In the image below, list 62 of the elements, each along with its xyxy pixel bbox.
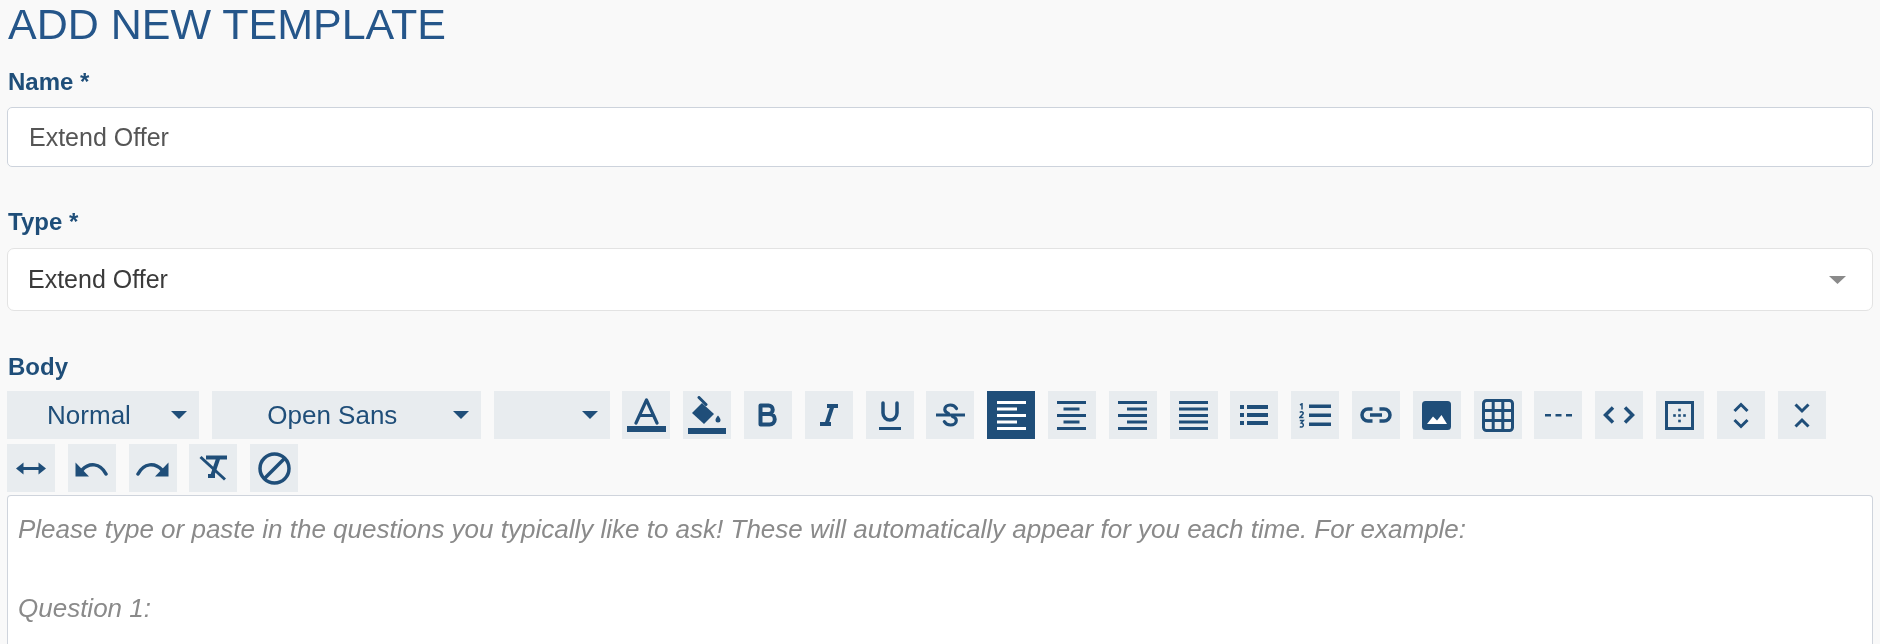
editor-text: Question 1: [18,592,151,625]
redo-button[interactable] [128,444,177,492]
bullet-list-icon [1240,405,1269,425]
divider-button[interactable] [1534,391,1583,439]
table-icon [1481,398,1514,432]
disable-button[interactable] [250,444,299,492]
link-icon [1359,407,1392,423]
align-right-icon [1118,400,1148,430]
underline-button[interactable] [865,391,914,439]
caret-icon [452,411,469,419]
field-label: Name * [7,68,90,96]
align-left-icon [996,400,1026,430]
image-button[interactable] [1412,391,1461,439]
link-button[interactable] [1351,391,1400,439]
horizontal-arrows-icon [16,461,46,475]
expand-button[interactable] [1716,391,1765,439]
image-icon [1422,400,1452,430]
font-color-button[interactable] [622,391,671,439]
dotted-square-button[interactable] [1655,391,1704,439]
collapse-button[interactable] [1777,391,1826,439]
align-justify-icon [1179,400,1209,430]
text-input[interactable]: Extend Offer [7,107,1873,167]
field-label: Type * [7,208,79,236]
field-label: Body [7,353,68,381]
caret-icon [171,411,187,419]
align-center-button[interactable] [1047,391,1096,439]
align-left-button[interactable] [987,391,1036,439]
align-center-icon [1057,400,1087,430]
code-button[interactable] [1595,391,1644,439]
table-button[interactable] [1473,391,1522,439]
caret-icon [581,411,598,419]
bullet-list-button[interactable] [1230,391,1279,439]
select-dropdown[interactable]: Extend Offer [7,248,1873,311]
caret-icon [1829,275,1846,284]
chevrons-apart-icon [1732,401,1749,429]
underline-icon [878,400,901,430]
page-title: ADD NEW TEMPLATE [7,0,447,48]
chevrons-together-icon [1793,401,1810,429]
fill-color-button[interactable] [683,391,732,439]
font-color-icon [626,398,666,432]
code-icon [1603,406,1636,424]
clear-format-button[interactable] [189,444,238,492]
clear-format-icon [198,455,228,481]
font-dropdown[interactable]: Open Sans [211,391,481,439]
dotted-square-icon [1665,400,1695,430]
italic-icon [818,404,839,426]
numbered-list-icon [1299,402,1332,428]
bold-button[interactable] [744,391,792,439]
justify-button[interactable] [1169,391,1218,439]
align-right-button[interactable] [1108,391,1157,439]
heading-dropdown[interactable]: Normal [7,391,199,439]
bold-icon [758,403,778,427]
strikethrough-button[interactable] [926,391,975,439]
paint-bucket-icon [688,396,727,434]
numbered-list-button[interactable] [1291,391,1340,439]
strikethrough-icon [935,403,965,427]
dashed-line-icon [1544,413,1572,417]
editor-text: Please type or paste in the questions you typically like to ask! These will automatically appear for you each time. For example: [18,513,1467,546]
italic-button[interactable] [804,391,853,439]
full-width-button[interactable] [7,444,55,492]
undo-button[interactable] [67,444,116,492]
ban-icon [257,451,291,485]
